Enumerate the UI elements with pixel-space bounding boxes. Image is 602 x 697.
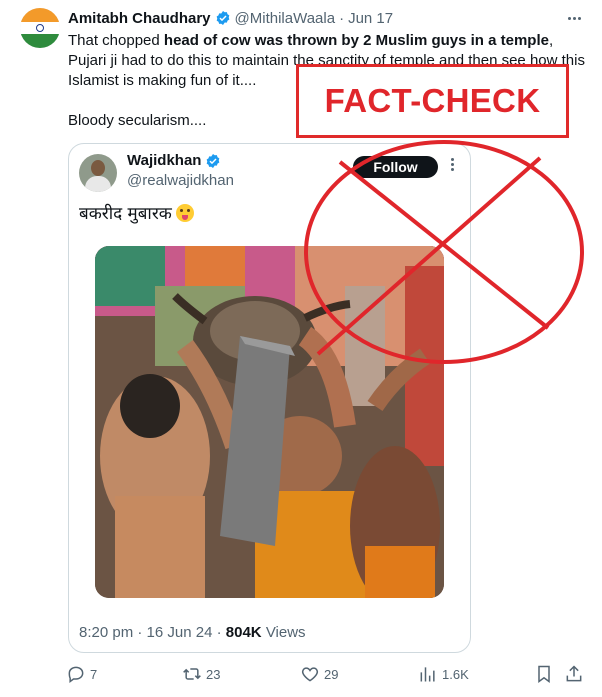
repost-icon (183, 668, 201, 680)
verified-badge-icon (216, 11, 229, 25)
share-icon (566, 665, 582, 682)
meta-separator-2: · (216, 624, 222, 641)
bookmark-icon (538, 665, 550, 683)
quoted-author-name[interactable]: Wajidkhan (127, 152, 201, 169)
author-name[interactable]: Amitabh Chaudhary (68, 10, 211, 27)
tongue-out-emoji-icon (175, 204, 194, 222)
tweet-header: Amitabh Chaudhary @MithilaWaala · Jun 17 (68, 8, 393, 28)
tweet-actions: 7 23 29 1.6K (0, 664, 602, 688)
views-icon (420, 667, 435, 682)
tweet-text-bold: head of cow was thrown by 2 Muslim guys … (163, 32, 549, 49)
verified-badge-icon (207, 153, 220, 168)
like-action[interactable]: 29 (300, 664, 338, 684)
author-handle[interactable]: @MithilaWaala (235, 10, 336, 27)
views-action[interactable]: 1.6K (418, 664, 469, 684)
views-count-action: 1.6K (442, 666, 469, 682)
tweet-date[interactable]: Jun 17 (348, 10, 393, 27)
flag-chakra-icon (36, 24, 44, 32)
reply-count: 7 (90, 666, 98, 682)
more-horizontal-icon[interactable] (564, 8, 584, 28)
follow-button[interactable]: Follow (353, 156, 438, 178)
reply-action[interactable]: 7 (66, 664, 97, 684)
header-separator: · (339, 9, 345, 27)
author-avatar[interactable] (20, 8, 60, 48)
bookmark-action[interactable] (534, 664, 554, 684)
avatar-body-shape (85, 176, 111, 192)
quoted-tweet[interactable]: Wajidkhan @realwajidkhan Follow बकरीद मु… (68, 143, 471, 653)
like-icon (301, 667, 319, 682)
meta-separator: · (137, 624, 143, 641)
flag-green-stripe (20, 34, 60, 48)
quoted-tweet-time[interactable]: 8:20 pm (79, 624, 133, 641)
more-vertical-icon[interactable] (451, 158, 454, 171)
quoted-author-handle[interactable]: @realwajidkhan (127, 172, 234, 189)
views-label: Views (265, 624, 306, 641)
views-count: 804K (225, 624, 262, 641)
quoted-tweet-text-content: बकरीद मुबारक (79, 204, 172, 224)
fact-check-stamp: FACT-CHECK (296, 64, 569, 138)
quoted-tweet-photo[interactable] (95, 246, 444, 598)
like-count: 29 (324, 666, 339, 682)
fact-check-label: FACT-CHECK (324, 82, 541, 119)
repost-count: 23 (206, 666, 221, 682)
reply-icon (68, 666, 84, 683)
quoted-tweet-meta: 8:20 pm · 16 Jun 24 · 804K Views (79, 624, 306, 641)
photo-scene (95, 246, 444, 598)
tweet[interactable]: Amitabh Chaudhary @MithilaWaala · Jun 17… (0, 0, 602, 697)
flag-saffron-stripe (20, 8, 60, 22)
quoted-author-name-row: Wajidkhan (127, 152, 225, 169)
quoted-tweet-date[interactable]: 16 Jun 24 (147, 624, 213, 641)
repost-action[interactable]: 23 (182, 664, 220, 684)
quoted-tweet-text: बकरीद मुबारक (79, 201, 194, 224)
tweet-text-part1: That chopped (68, 32, 164, 49)
quoted-author-avatar[interactable] (79, 154, 117, 192)
avatar-head-shape (91, 160, 105, 176)
share-action[interactable] (564, 664, 584, 684)
